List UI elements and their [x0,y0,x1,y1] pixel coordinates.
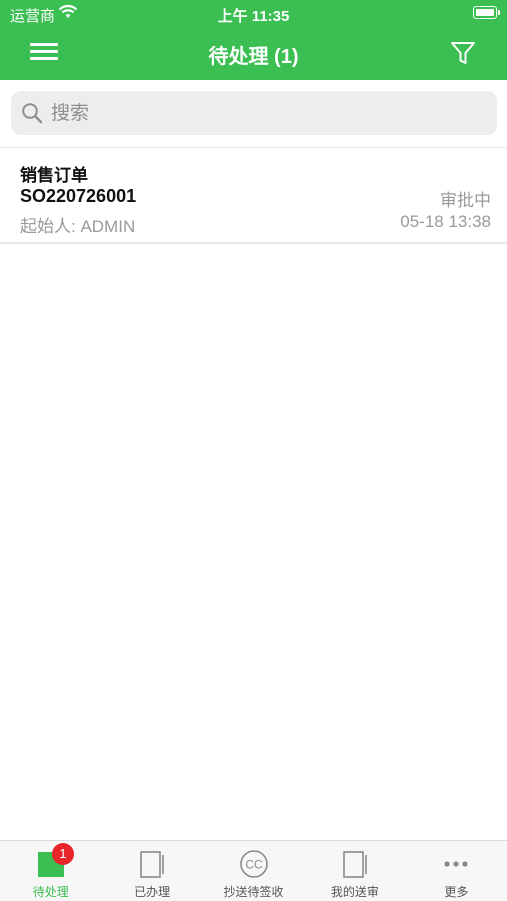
task-list: 销售订单 SO220726001 审批中 起始人: ADMIN 05-18 13… [0,147,507,244]
top-bar: 运营商 上午 11:35 待处理 (1) [0,0,507,80]
filter-icon [451,42,475,64]
badge-count: 1 [52,843,74,865]
tab-label: 已办理 [134,885,171,899]
status-time: 上午 11:35 [217,8,290,25]
search-box[interactable] [11,91,497,137]
page-title: 待处理 (1) [208,46,299,68]
more-icon [444,861,468,867]
search-icon [22,103,43,124]
tab-label: 我的送审 [330,885,379,899]
battery-icon [473,6,500,19]
item-status: 审批中 [440,191,491,210]
tab-pending[interactable]: 1 待处理 [0,841,101,901]
my-submissions-icon [343,851,367,878]
item-initiator: 起始人: ADMIN [20,217,136,236]
tab-label: 更多 [444,885,469,899]
filter-button[interactable] [449,39,477,67]
cc-icon: CC [239,850,268,878]
tab-bar: 1 待处理 已办理 CC 抄送待签收 我的送审 更多 [0,840,507,901]
done-icon [140,851,164,878]
search-bar [11,91,497,137]
item-date: 05-18 13:38 [400,212,491,231]
tab-more[interactable]: 更多 [406,841,507,901]
tab-done[interactable]: 已办理 [101,841,202,901]
search-input[interactable] [49,91,483,137]
item-code: SO220726001 [20,186,137,206]
status-bar: 运营商 上午 11:35 [0,0,507,28]
tab-label: 抄送待签收 [223,885,284,899]
navigation-bar: 待处理 (1) [0,28,507,80]
tab-cc[interactable]: CC 抄送待签收 [203,841,304,901]
tab-my-submissions[interactable]: 我的送审 [304,841,405,901]
svg-text:CC: CC [245,858,263,872]
list-item[interactable]: 销售订单 SO220726001 审批中 起始人: ADMIN 05-18 13… [0,148,507,244]
tab-label: 待处理 [32,885,69,899]
item-type: 销售订单 [20,166,88,185]
